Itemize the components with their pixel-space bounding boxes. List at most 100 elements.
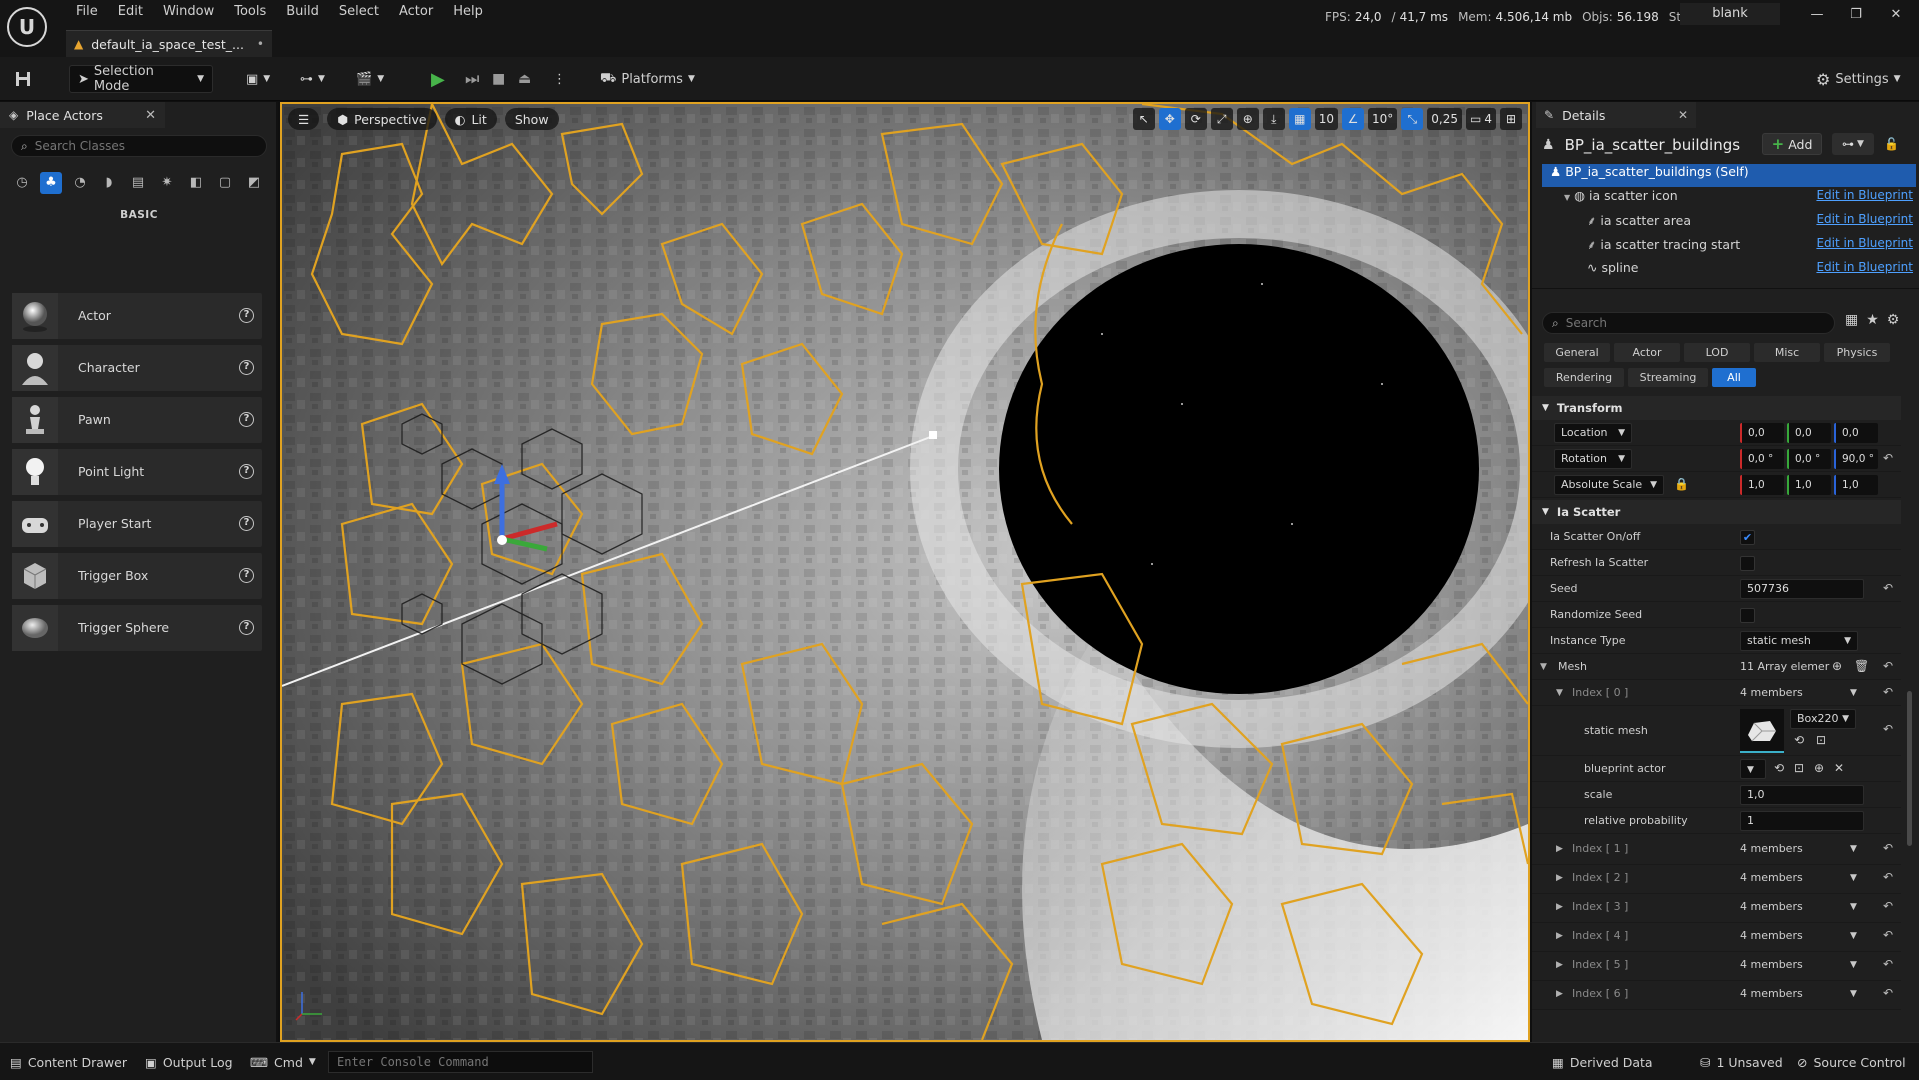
chevron-down-icon[interactable]: ▼ (1850, 865, 1857, 891)
scale-y-field[interactable]: 1,0 (1787, 475, 1831, 495)
instance-type-dropdown[interactable]: static mesh ▼ (1740, 631, 1858, 651)
all-classes-icon[interactable]: ◩ (243, 172, 265, 194)
seed-input[interactable]: 507736 (1740, 579, 1864, 599)
chevron-down-icon[interactable]: ▼ (1850, 680, 1857, 706)
filter-physics[interactable]: Physics (1824, 343, 1890, 362)
chevron-down-icon[interactable]: ▼ (1850, 836, 1857, 862)
component-self[interactable]: ♟ BP_ia_scatter_buildings (Self) (1542, 164, 1916, 187)
derived-data-button[interactable]: ▦ Derived Data (1552, 1051, 1653, 1073)
reset-arrow-icon[interactable]: ↶ (1883, 870, 1893, 884)
component-ia-scatter-tracing-start[interactable]: ⸙ ia scatter tracing start Edit in Bluep… (1542, 236, 1916, 259)
camera-speed-button[interactable]: ▭ 4 (1466, 108, 1496, 130)
expand-triangle-icon[interactable]: ▶ (1556, 836, 1563, 862)
recent-icon[interactable]: ◷ (11, 172, 33, 194)
scale-input[interactable]: 1,0 (1740, 785, 1864, 805)
scale-snap-value[interactable]: 0,25 (1427, 108, 1463, 130)
filter-general[interactable]: General (1544, 343, 1610, 362)
add-component-button[interactable]: + Add (1762, 133, 1822, 155)
details-tab[interactable]: ✎ Details ✕ (1536, 102, 1696, 128)
level-viewport[interactable]: ☰ ⬢ Perspective ◐ Lit Show ↖ ✥ ⟳ ⤢ ⊕ ⤓ ▦… (280, 102, 1530, 1042)
viewport-options-button[interactable]: ☰ (288, 108, 320, 130)
location-y-field[interactable]: 0,0 (1787, 423, 1831, 443)
close-icon[interactable]: ✕ (1678, 108, 1688, 122)
actor-item-actor[interactable]: Actor ? (12, 293, 262, 339)
blueprint-options-icon[interactable]: ⊶ ▼ (1832, 133, 1874, 155)
favorites-star-icon[interactable]: ★ (1866, 312, 1879, 328)
rotation-y-field[interactable]: 0,0 ° (1787, 449, 1831, 469)
platforms-dropdown[interactable]: ⛟ Platforms ▼ (600, 65, 695, 93)
lock-icon[interactable]: 🔒 (1674, 477, 1689, 491)
menu-tools[interactable]: Tools (224, 3, 276, 21)
use-selected-icon[interactable]: ⟲ (1794, 733, 1804, 747)
delete-icon[interactable]: 🗑 (1854, 659, 1869, 673)
actor-item-point-light[interactable]: Point Light ? (12, 449, 262, 495)
menu-select[interactable]: Select (329, 3, 389, 21)
expand-triangle-icon[interactable]: ▶ (1556, 923, 1563, 949)
view-mode-button[interactable]: ◐ Lit (444, 108, 497, 130)
edit-in-blueprint-link[interactable]: Edit in Blueprint (1816, 188, 1913, 202)
menu-build[interactable]: Build (276, 3, 329, 21)
help-icon[interactable]: ? (239, 568, 254, 583)
help-icon[interactable]: ? (239, 620, 254, 635)
relative-probability-input[interactable]: 1 (1740, 811, 1864, 831)
maximize-viewport-icon[interactable]: ⊞ (1500, 108, 1522, 130)
close-window-icon[interactable]: ✕ (1878, 4, 1914, 26)
add-element-icon[interactable]: ⊕ (1832, 659, 1842, 673)
chevron-down-icon[interactable]: ▼ (1850, 894, 1857, 920)
scale-tool-icon[interactable]: ⤢ (1210, 108, 1233, 130)
ia-scatter-onoff-checkbox[interactable]: ✔ (1740, 530, 1755, 545)
help-icon[interactable]: ? (239, 464, 254, 479)
reset-arrow-icon[interactable]: ↶ (1883, 451, 1893, 465)
add-element-icon[interactable]: ⊕ (1814, 761, 1824, 775)
edit-in-blueprint-link[interactable]: Edit in Blueprint (1816, 236, 1913, 250)
location-z-field[interactable]: 0,0 (1834, 423, 1878, 443)
level-tab[interactable]: ▲ default_ia_space_test_... • (66, 30, 272, 57)
source-control-button[interactable]: ⊘ Source Control (1797, 1051, 1906, 1073)
static-mesh-dropdown[interactable]: Box220 ▼ (1790, 709, 1856, 729)
actor-item-trigger-sphere[interactable]: Trigger Sphere ? (12, 605, 262, 651)
use-selected-icon[interactable]: ⟲ (1774, 761, 1784, 775)
lock-open-icon[interactable]: 🔓 (1880, 133, 1903, 155)
eject-icon[interactable]: ⏏ (518, 65, 531, 93)
scale-snap-icon[interactable]: ⤡ (1401, 108, 1424, 130)
reset-arrow-icon[interactable]: ↶ (1883, 899, 1893, 913)
filter-all[interactable]: All (1712, 368, 1756, 387)
unreal-logo-icon[interactable]: U (7, 7, 47, 47)
expand-triangle-icon[interactable]: ▼ (1556, 680, 1563, 706)
section-transform[interactable]: ▼ Transform (1532, 396, 1901, 420)
blueprint-actor-dropdown[interactable]: ▼ (1740, 759, 1766, 779)
expand-triangle-icon[interactable]: ▶ (1556, 952, 1563, 978)
chevron-down-icon[interactable]: ▼ (1850, 923, 1857, 949)
reset-arrow-icon[interactable]: ↶ (1883, 841, 1893, 855)
menu-actor[interactable]: Actor (389, 3, 443, 21)
details-scrollbar[interactable] (1907, 691, 1912, 846)
scale-dropdown[interactable]: Absolute Scale ▼ (1554, 475, 1664, 495)
cinematic-icon[interactable]: ▤ (127, 172, 149, 194)
basic-category-icon[interactable]: ♣ (40, 172, 62, 194)
rotation-snap-icon[interactable]: ∠ (1342, 108, 1365, 130)
menu-file[interactable]: File (66, 3, 108, 21)
perspective-button[interactable]: ⬢ Perspective (327, 108, 437, 130)
location-dropdown[interactable]: Location ▼ (1554, 423, 1632, 443)
more-options-icon[interactable]: ⋮ (553, 65, 566, 93)
minimize-icon[interactable]: — (1799, 4, 1835, 26)
shapes-icon[interactable]: ◗ (98, 172, 120, 194)
filter-streaming[interactable]: Streaming (1628, 368, 1708, 387)
table-view-icon[interactable]: ▦ (1845, 312, 1858, 328)
details-search-input[interactable] (1565, 316, 1806, 330)
chevron-down-icon[interactable]: ▼ (1850, 952, 1857, 978)
coordinate-space-icon[interactable]: ⊕ (1236, 108, 1259, 130)
chevron-down-icon[interactable]: ▼ (1850, 981, 1857, 1007)
component-ia-scatter-area[interactable]: ⸙ ia scatter area Edit in Blueprint (1542, 212, 1916, 235)
clear-icon[interactable]: ✕ (1834, 761, 1844, 775)
menu-help[interactable]: Help (443, 3, 493, 21)
save-icon[interactable] (14, 65, 32, 93)
location-x-field[interactable]: 0,0 (1740, 423, 1784, 443)
browse-icon[interactable]: ⊡ (1794, 761, 1804, 775)
expand-triangle-icon[interactable]: ▶ (1556, 865, 1563, 891)
cmd-dropdown[interactable]: ⌨ Cmd ▼ (250, 1051, 316, 1073)
output-log-button[interactable]: ▣ Output Log (145, 1051, 233, 1073)
actor-item-trigger-box[interactable]: Trigger Box ? (12, 553, 262, 599)
step-icon[interactable]: ⏭ (465, 65, 479, 93)
menu-window[interactable]: Window (153, 3, 224, 21)
